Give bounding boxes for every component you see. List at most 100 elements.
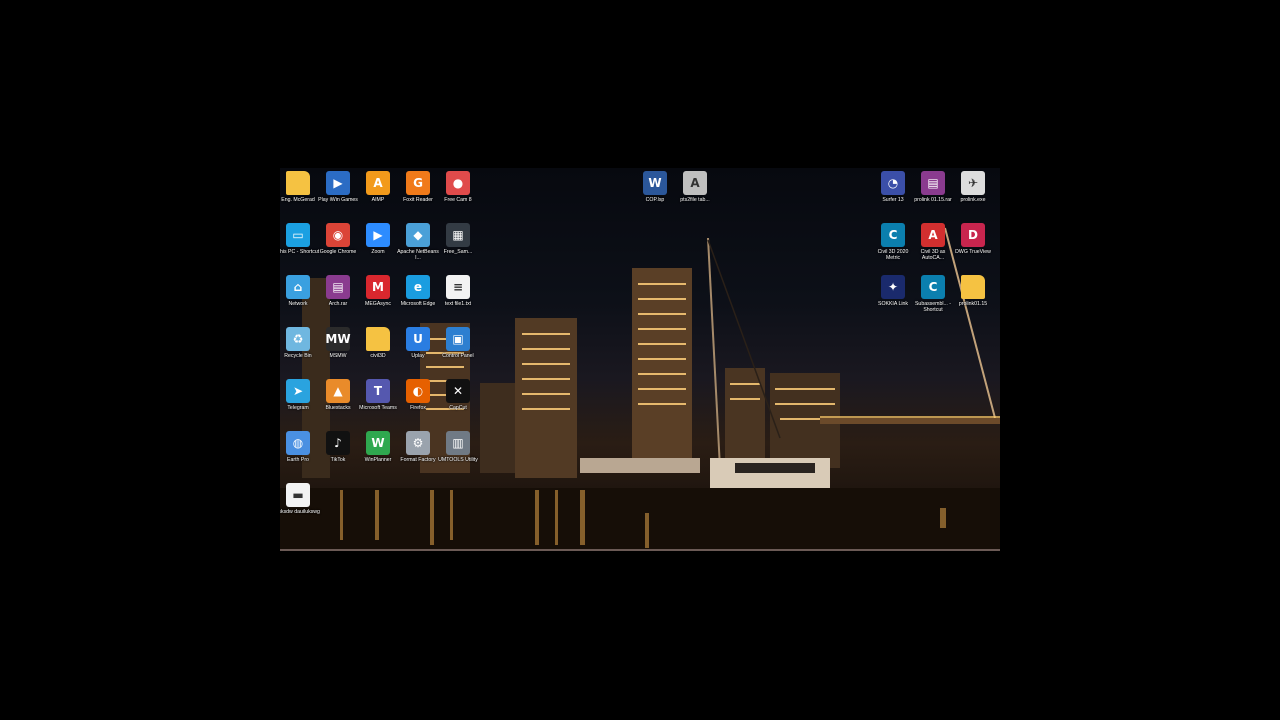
telegram-icon: ➤ <box>286 379 310 403</box>
capcut-icon: ✕ <box>446 379 470 403</box>
desktop-icon-label: civil3D <box>370 353 386 359</box>
tiktok-icon: ♪ <box>326 431 350 455</box>
desktop-icon-label: COP.lsp <box>645 197 665 203</box>
format-factory-icon: ⚙ <box>406 431 430 455</box>
desktop-icon[interactable]: e Microsoft Edge <box>400 275 436 307</box>
desktop-icon-label: Recycle Bin <box>284 353 312 359</box>
desktop-icon[interactable]: ▤ Arch.rar <box>320 275 356 307</box>
winplanner-icon: W <box>366 431 390 455</box>
desktop-icon[interactable]: ● Free Cam 8 <box>440 171 476 203</box>
desktop-icon[interactable]: ≡ text file1.txt <box>440 275 476 307</box>
desktop-icon-label: pts2file tab... <box>680 197 710 203</box>
desktop-icon-label: Control Panel <box>442 353 474 359</box>
desktop-icon[interactable]: W COP.lsp <box>637 171 673 203</box>
netbeans-icon: ◆ <box>406 223 430 247</box>
civil3d-icon: C <box>881 223 905 247</box>
desktop-icon[interactable]: ⌂ Network <box>280 275 316 307</box>
uplay-icon: U <box>406 327 430 351</box>
desktop-icon-label: TikTok <box>330 457 346 463</box>
google-earth-icon: ◍ <box>286 431 310 455</box>
desktop-icon[interactable]: U Uplay <box>400 327 436 359</box>
desktop-icon[interactable]: ▬ lisksdw dauilukswg <box>280 483 320 515</box>
desktop-icon-label: SOKKIA Link <box>878 301 908 307</box>
subassembly-icon: C <box>921 275 945 299</box>
desktop-icon[interactable]: ◐ Firefox <box>400 379 436 411</box>
desktop-icon[interactable]: D DWG TrueView <box>955 223 991 255</box>
aimp-icon: A <box>366 171 390 195</box>
desktop-icon[interactable]: A AIMP <box>360 171 396 203</box>
desktop-icon-label: WinPlanner <box>364 457 392 463</box>
desktop-icon-label: Format Factory <box>400 457 436 463</box>
desktop-icon-label: DWG TrueView <box>955 249 991 255</box>
desktop-icon[interactable]: G Foxit Reader <box>400 171 436 203</box>
control-panel-icon: ▣ <box>446 327 470 351</box>
desktop-icon[interactable]: ▭ This PC - Shortcut <box>280 223 319 255</box>
desktop-icon-label: MEGAsync <box>365 301 391 307</box>
desktop-icon-label: Uplay <box>411 353 425 359</box>
desktop-icon[interactable]: ◉ Google Chrome <box>320 223 356 255</box>
desktop-icon[interactable]: C Subassembl... - Shortcut <box>915 275 951 314</box>
desktop-icon[interactable]: ▥ UMTOOLS Utility <box>438 431 478 463</box>
desktop-icon-label: Civil 3D 2020 Metric <box>877 249 909 262</box>
desktop-icon-label: MSMW <box>329 353 347 359</box>
desktop-icon[interactable]: T Microsoft Teams <box>359 379 397 411</box>
folder-icon <box>366 327 390 351</box>
folder-icon <box>286 171 310 195</box>
winrar-icon: ▤ <box>326 275 350 299</box>
desktop-screen: Eng. McGerad ▶ Play iWin Games A AIMP G Foxit … <box>280 168 1000 551</box>
desktop-icon-label: Eng. McGerad <box>281 197 315 203</box>
desktop-icon-label: Surfer 13 <box>882 197 904 203</box>
dwg-trueview-icon: D <box>961 223 985 247</box>
chrome-icon: ◉ <box>326 223 350 247</box>
desktop-icon[interactable]: A Civil 3D as AutoCA... <box>915 223 951 262</box>
desktop-icon[interactable]: ♪ TikTok <box>320 431 356 463</box>
desktop-icon[interactable]: ◔ Surfer 13 <box>875 171 911 203</box>
desktop-icon-label: Apache NetBeans I... <box>397 249 439 262</box>
play-store-icon: ▶ <box>326 171 350 195</box>
desktop-icon[interactable]: C Civil 3D 2020 Metric <box>875 223 911 262</box>
sokkia-icon: ✦ <box>881 275 905 299</box>
desktop-icon-label: UMTOOLS Utility <box>438 457 478 463</box>
desktop-icon[interactable]: MW MSMW <box>320 327 356 359</box>
desktop-icon[interactable]: ▤ prolink 01.15.rar <box>914 171 952 203</box>
recycle-bin-icon: ♻ <box>286 327 310 351</box>
desktop-icon-label: Telegram <box>287 405 309 411</box>
desktop-icon-label: This PC - Shortcut <box>280 249 320 255</box>
desktop-icon[interactable]: ▣ Control Panel <box>440 327 476 359</box>
desktop-icon[interactable]: ◍ Earth Pro <box>280 431 316 463</box>
desktop-icon[interactable]: ✕ CapCut <box>440 379 476 411</box>
foxit-reader-icon: G <box>406 171 430 195</box>
desktop-icon[interactable]: ♻ Recycle Bin <box>280 327 316 359</box>
desktop-icon[interactable]: ◆ Apache NetBeans I... <box>397 223 439 262</box>
desktop-icon-label: Free Cam 8 <box>444 197 472 203</box>
desktop-icon[interactable]: civil3D <box>360 327 396 359</box>
desktop-icon[interactable]: Apts2file tab... <box>677 171 713 203</box>
desktop-icon[interactable]: ⚙ Format Factory <box>400 431 436 463</box>
desktop-icon-label: Firefox <box>410 405 426 411</box>
desktop-icon[interactable]: ▶ Play iWin Games <box>318 171 358 203</box>
desktop-icon-label: Zoom <box>371 249 385 255</box>
edge-icon: e <box>406 275 430 299</box>
screen-bottom-edge <box>280 549 1000 551</box>
desktop-icon[interactable]: ▶ Zoom <box>360 223 396 255</box>
desktop-icon-label: Microsoft Edge <box>400 301 436 307</box>
desktop-icon-label: Free_Sam... <box>443 249 473 255</box>
desktop-icon-label: CapCut <box>449 405 467 411</box>
desktop-icon[interactable]: ➤ Telegram <box>280 379 316 411</box>
desktop-icon[interactable]: ✈ prolink.exe <box>955 171 991 203</box>
autocad-icon: A <box>921 223 945 247</box>
mega-icon: M <box>366 275 390 299</box>
desktop-icon-label: Foxit Reader <box>403 197 433 203</box>
desktop-icon-label: Civil 3D as AutoCA... <box>920 249 946 262</box>
application-icon: ▦ <box>446 223 470 247</box>
desktop-icon[interactable]: W WinPlanner <box>360 431 396 463</box>
desktop-icon-label: prolink 01.15.rar <box>914 197 952 203</box>
desktop-icon[interactable]: ✦ SOKKIA Link <box>875 275 911 307</box>
desktop-icon[interactable]: ▦ Free_Sam... <box>440 223 476 255</box>
desktop-icon[interactable]: ▲ Bluestacks <box>320 379 356 411</box>
text-file-icon: ≡ <box>446 275 470 299</box>
folder-icon <box>961 275 985 299</box>
desktop-icon[interactable]: M MEGAsync <box>360 275 396 307</box>
desktop-icon[interactable]: prolink01.15 <box>955 275 991 307</box>
desktop-icon[interactable]: Eng. McGerad <box>280 171 316 203</box>
